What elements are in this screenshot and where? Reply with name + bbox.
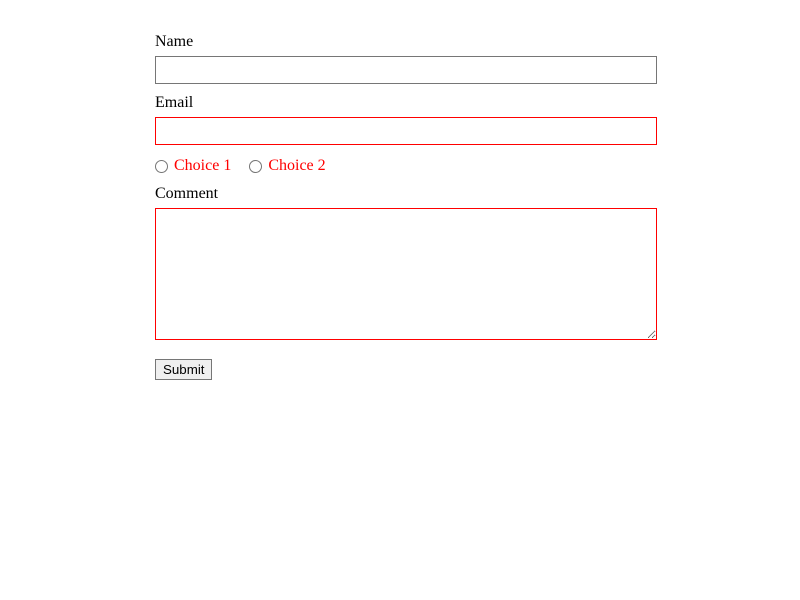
choice-1-radio[interactable]	[155, 160, 168, 173]
choice-1-item[interactable]: Choice 1	[155, 157, 231, 175]
email-field: Email	[155, 94, 657, 145]
email-input[interactable]	[155, 117, 657, 145]
choice-2-label: Choice 2	[268, 157, 325, 175]
name-field: Name	[155, 33, 657, 84]
comment-label: Comment	[155, 185, 657, 203]
comment-textarea[interactable]	[155, 208, 657, 340]
choice-2-radio[interactable]	[249, 160, 262, 173]
comment-field: Comment	[155, 185, 657, 345]
choice-radio-group: Choice 1 Choice 2	[155, 155, 657, 175]
name-label: Name	[155, 33, 657, 51]
submit-button[interactable]: Submit	[155, 359, 212, 380]
email-label: Email	[155, 94, 657, 112]
form-actions: Submit	[155, 359, 657, 380]
choice-1-label: Choice 1	[174, 157, 231, 175]
form: Name Email Choice 1 Choice 2 Comment Sub…	[155, 33, 657, 380]
choice-2-item[interactable]: Choice 2	[249, 157, 325, 175]
name-input[interactable]	[155, 56, 657, 84]
